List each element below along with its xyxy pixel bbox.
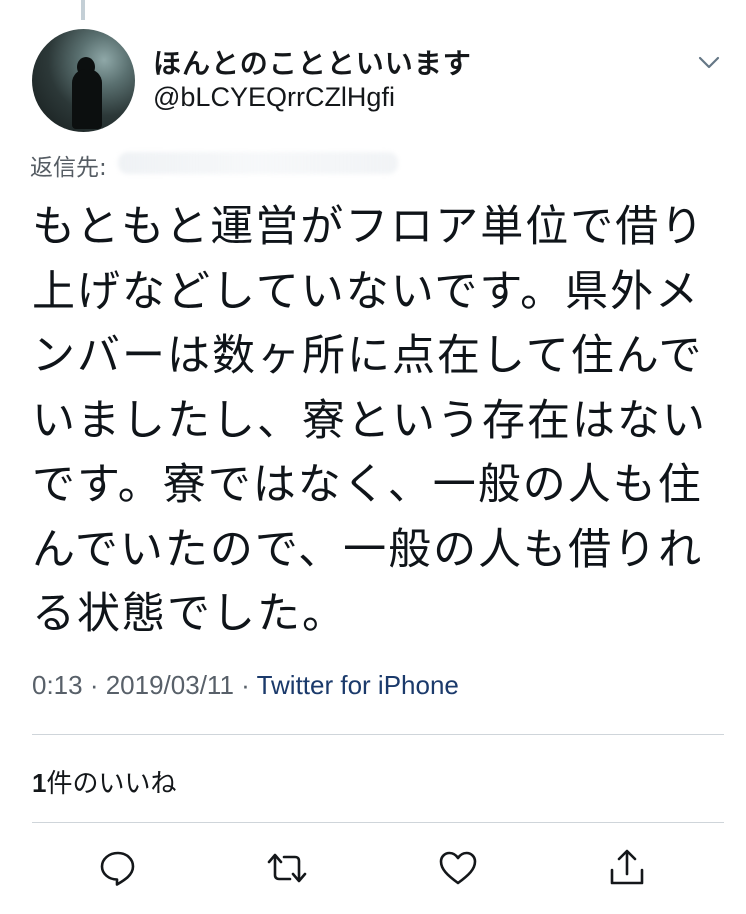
share-icon (610, 849, 644, 885)
tweet-time: 0:13 (32, 670, 83, 700)
tweet-source-link[interactable]: Twitter for iPhone (257, 670, 459, 700)
share-button[interactable] (607, 848, 647, 888)
display-name[interactable]: ほんとのことといいます (153, 42, 472, 82)
likes-summary[interactable]: 1件のいいね (32, 763, 176, 800)
like-button[interactable] (438, 848, 478, 888)
likes-label: 件のいいね (46, 769, 177, 799)
tweet-text: もともと運営がフロア単位で借り 上げなどしていないです。県外メ ンバーは数ヶ所に… (32, 202, 707, 639)
meta-separator: · (233, 670, 257, 700)
avatar[interactable] (32, 29, 135, 132)
tweet-metadata: 0:13 · 2019/03/11 · Twitter for iPhone (32, 670, 459, 701)
reply-to-label: 返信先: (30, 155, 107, 181)
retweet-button[interactable] (267, 848, 307, 888)
meta-separator: · (82, 670, 106, 700)
retweet-icon (267, 853, 307, 883)
avatar-figure-shape (72, 69, 102, 129)
chevron-down-icon[interactable] (697, 50, 721, 74)
reply-to-redacted (118, 152, 398, 174)
heart-icon (439, 851, 477, 885)
tweet-date: 2019/03/11 (105, 670, 234, 700)
reply-button[interactable] (98, 848, 138, 888)
divider (32, 734, 724, 735)
user-handle[interactable]: @bLCYEQrrCZlHgfi (153, 82, 395, 113)
divider (32, 822, 724, 823)
likes-count: 1 (32, 768, 47, 798)
thread-connector-line (81, 0, 85, 20)
reply-icon (100, 851, 135, 886)
